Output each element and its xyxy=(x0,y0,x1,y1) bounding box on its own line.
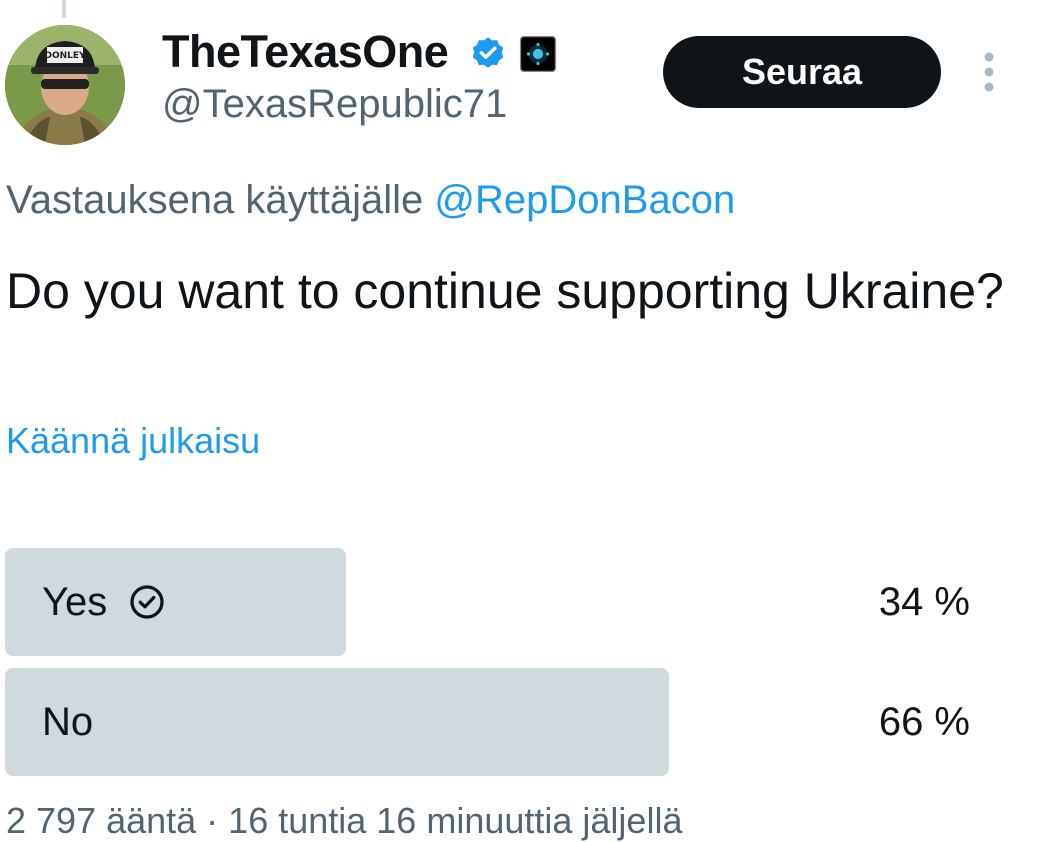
affiliate-badge-icon xyxy=(519,35,557,73)
verified-badge-icon xyxy=(472,37,504,68)
reply-mention-link[interactable]: @RepDonBacon xyxy=(434,178,735,222)
check-circle-icon xyxy=(130,585,164,619)
poll-option-text: Yes xyxy=(42,579,108,624)
author-display-name[interactable]: TheTexasOne xyxy=(162,26,449,78)
poll-option-percent: 34 % xyxy=(878,579,970,624)
reply-context: Vastauksena käyttäjälle @RepDonBacon xyxy=(6,178,735,223)
translate-post-link[interactable]: Käännä julkaisu xyxy=(6,420,260,462)
poll-option-yes: Yes 34 % xyxy=(5,548,975,656)
tweet-text: Do you want to continue supporting Ukrai… xyxy=(6,263,1004,319)
profile-photo: DONLEY xyxy=(5,25,125,145)
reply-context-prefix: Vastauksena käyttäjälle xyxy=(6,178,435,222)
poll-option-percent: 66 % xyxy=(878,699,970,744)
author-handle[interactable]: @TexasRepublic71 xyxy=(162,82,507,127)
poll-result-bar xyxy=(5,668,670,776)
poll-option-label: Yes xyxy=(42,548,165,656)
poll-option-label: No xyxy=(42,668,93,776)
hat-text: DONLEY xyxy=(44,51,86,61)
poll-option-no: No 66 % xyxy=(5,668,975,776)
thread-connector-line xyxy=(62,0,66,18)
avatar[interactable]: DONLEY xyxy=(5,25,125,145)
poll-option-text: No xyxy=(42,699,94,744)
poll: Yes 34 % No 66 % xyxy=(5,548,975,788)
poll-vote-count-and-time-left: 2 797 ääntä · 16 tuntia 16 minuuttia jäl… xyxy=(6,800,683,841)
follow-button[interactable]: Seuraa xyxy=(663,36,941,108)
more-vertical-icon[interactable] xyxy=(978,50,1000,96)
